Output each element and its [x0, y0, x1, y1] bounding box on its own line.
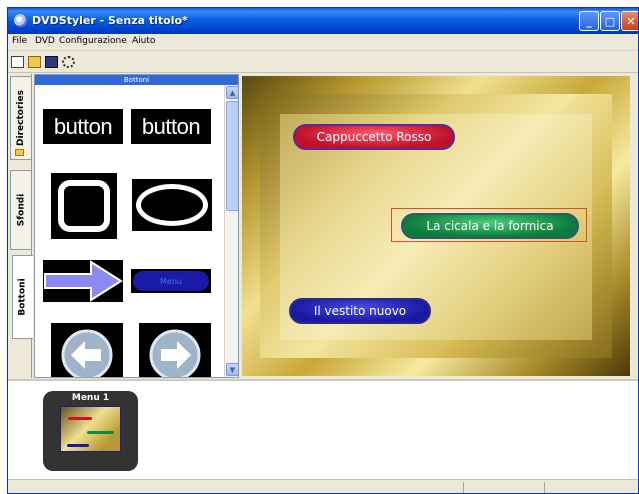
menu-pill-button-thumbnail[interactable]: Menu [131, 269, 211, 293]
menu-background[interactable]: Cappuccetto Rosso La cicala e la formica… [242, 76, 630, 376]
right-arrow-circle-thumbnail[interactable] [139, 323, 211, 377]
titleset-manager: Menu 1 [8, 379, 638, 479]
mini-blue-button [67, 444, 89, 447]
oval-button-thumbnail[interactable] [132, 179, 212, 231]
menu-pill-label: Menu [133, 271, 209, 291]
scroll-thumb[interactable] [226, 101, 238, 211]
maximize-button[interactable]: □ [600, 11, 620, 31]
tab-sfondi[interactable]: Sfondi [10, 170, 31, 250]
arrow-button-thumbnail[interactable] [43, 260, 123, 302]
scroll-down-icon[interactable]: ▼ [226, 363, 238, 376]
menu-preview-image [60, 406, 121, 452]
folder-icon [15, 149, 24, 156]
status-separator [463, 482, 464, 493]
status-bar [8, 479, 638, 493]
menu-button-cappuccetto-rosso[interactable]: Cappuccetto Rosso [293, 124, 455, 150]
window-title: DVDStyler - Senza titolo* [32, 14, 188, 27]
scroll-up-icon[interactable]: ▲ [226, 86, 238, 99]
menu-1-label: Menu 1 [71, 393, 110, 403]
menu-configurazione[interactable]: Configurazione [59, 36, 127, 46]
toolbar [8, 52, 638, 73]
left-arrow-circle-thumbnail[interactable] [51, 323, 123, 377]
tab-sfondi-label: Sfondi [16, 193, 27, 227]
button-thumbnail[interactable]: button [131, 109, 211, 144]
sidebar-tabs: Directories Sfondi Bottoni [8, 74, 33, 378]
menu-button-vestito-nuovo[interactable]: Il vestito nuovo [289, 298, 431, 324]
oval-shape [136, 184, 208, 226]
button-panel: Bottoni button button Menu ▲ ▼ [34, 74, 239, 378]
arrow-right-circle-icon [149, 329, 201, 377]
rounded-square-shape [58, 180, 110, 232]
arrow-right-icon [44, 260, 123, 302]
tab-bottoni-label: Bottoni [18, 278, 29, 316]
settings-icon[interactable] [62, 56, 75, 68]
button-thumbnail[interactable]: button [43, 109, 123, 144]
menu-dvd[interactable]: DVD [35, 36, 55, 46]
selection-box [391, 208, 587, 242]
app-window: DVDStyler - Senza titolo* _ □ ✕ File DVD… [7, 7, 639, 494]
open-folder-icon[interactable] [28, 56, 41, 68]
new-file-icon[interactable] [11, 56, 24, 68]
menu-editor-canvas[interactable]: Cappuccetto Rosso La cicala e la formica… [240, 74, 638, 378]
menu-bar: File DVD Configurazione Aiuto [8, 34, 638, 51]
tab-directories-label: Directories [16, 90, 26, 146]
mini-red-button [68, 417, 92, 420]
arrow-left-circle-icon [61, 329, 113, 377]
close-button[interactable]: ✕ [621, 11, 638, 31]
status-separator [544, 482, 545, 493]
minimize-button[interactable]: _ [579, 11, 599, 31]
tab-directories[interactable]: Directories [10, 76, 31, 160]
panel-header: Bottoni [35, 75, 238, 85]
tab-bottoni[interactable]: Bottoni [12, 255, 33, 339]
menu-1-thumbnail[interactable]: Menu 1 [43, 391, 138, 471]
dvdstyler-app-icon[interactable] [14, 14, 27, 27]
rounded-square-button-thumbnail[interactable] [51, 173, 117, 239]
panel-scrollbar[interactable]: ▲ ▼ [224, 85, 238, 377]
mini-green-button [87, 431, 114, 434]
title-bar[interactable]: DVDStyler - Senza titolo* _ □ ✕ [8, 8, 638, 34]
menu-aiuto[interactable]: Aiuto [132, 36, 155, 46]
save-icon[interactable] [45, 56, 58, 68]
menu-file[interactable]: File [12, 36, 27, 46]
